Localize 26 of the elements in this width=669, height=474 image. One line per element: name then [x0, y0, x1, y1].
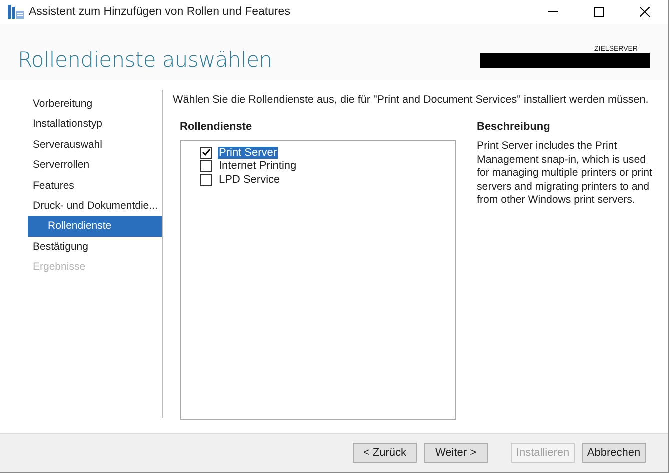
close-icon[interactable] — [640, 7, 650, 17]
nav-item[interactable]: Serverrollen — [0, 155, 162, 176]
checkbox[interactable] — [200, 160, 212, 172]
description-text: Print Server includes the Print Management snap-in, which is used for managing multiple printers or print servers and migrating printers to and from other Windows print servers. — [477, 140, 654, 208]
service-label[interactable]: Internet Printing — [218, 160, 298, 172]
window-title: Assistent zum Hinzufügen von Rollen und Features — [29, 6, 292, 18]
wizard-button[interactable]: < Zurück — [353, 443, 417, 463]
section-heading: Beschreibung — [477, 121, 552, 133]
wizard-button[interactable]: Weiter > — [424, 443, 488, 463]
service-label[interactable]: LPD Service — [218, 174, 282, 186]
nav-item[interactable]: Rollendienste — [28, 216, 162, 237]
nav-item[interactable]: Druck- und Dokumentdie... — [0, 196, 162, 216]
checkbox[interactable] — [200, 146, 212, 159]
nav-item[interactable]: Features — [0, 176, 162, 196]
nav-item[interactable]: Bestätigung — [0, 236, 162, 258]
service-label[interactable]: Print Server — [218, 146, 278, 159]
nav-item[interactable]: Installationstyp — [0, 114, 162, 135]
nav-item[interactable]: Serverauswahl — [0, 134, 162, 156]
nav-item[interactable]: Vorbereitung — [0, 94, 162, 114]
section-heading: Rollendienste — [180, 121, 254, 133]
checkbox[interactable] — [200, 174, 212, 186]
wizard-button[interactable]: Abbrechen — [582, 443, 646, 463]
maximize-icon[interactable] — [594, 7, 604, 17]
page-title: Rollendienste auswählen — [18, 48, 272, 72]
instruction-text: Wählen Sie die Rollendienste aus, die für "Print and Document Services" installiert werden müssen. — [173, 94, 650, 106]
app-icon — [8, 5, 24, 19]
